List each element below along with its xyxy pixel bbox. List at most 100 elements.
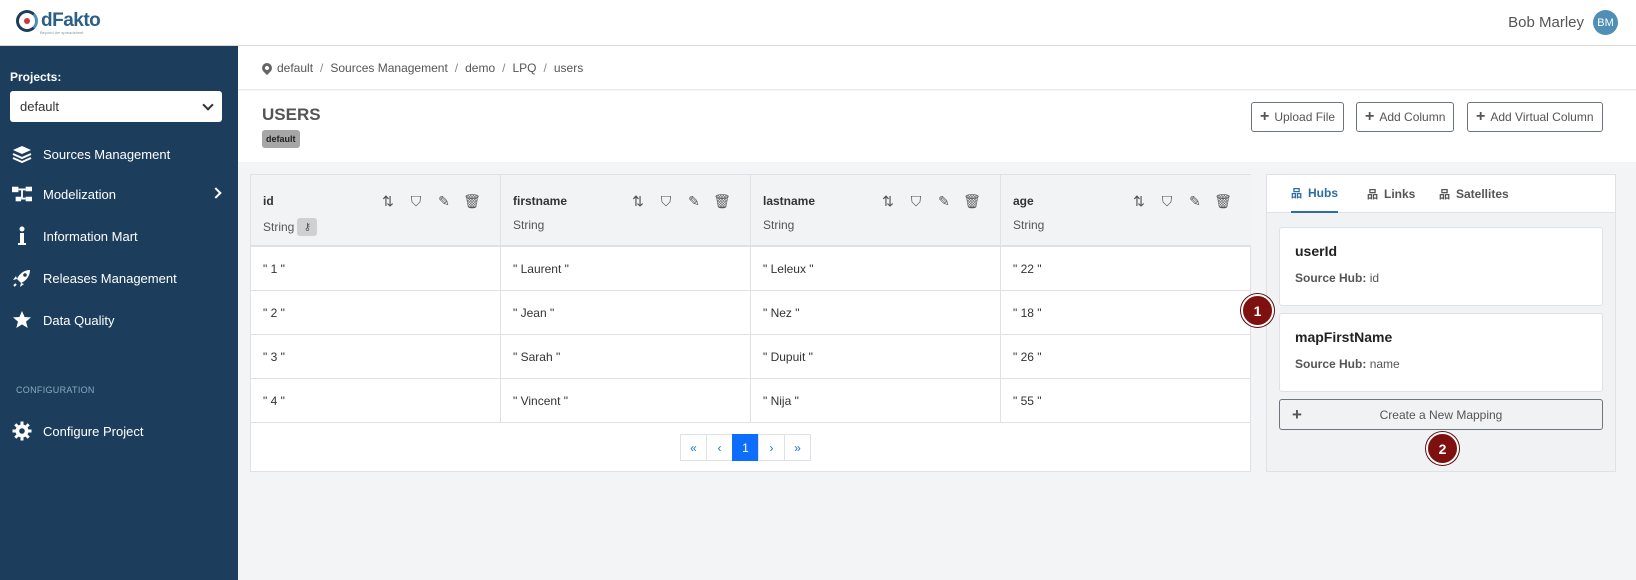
- trash-icon[interactable]: 🗑: [1209, 193, 1237, 210]
- edit-icon[interactable]: ✎: [680, 193, 708, 210]
- sidebar-item-configure-project[interactable]: Configure Project: [0, 411, 238, 451]
- table-cell[interactable]: " Leleux ": [751, 247, 1001, 291]
- tab-links[interactable]: 品 Links: [1367, 175, 1415, 213]
- projects-label: Projects:: [10, 70, 62, 84]
- mapping-card[interactable]: userId Source Hub: id: [1279, 227, 1603, 306]
- rocket-icon: [12, 268, 32, 288]
- logo-text: dFakto: [41, 10, 101, 31]
- mapping-panel: 品 Hubs 品 Links 品 Satellites userId Sourc…: [1266, 174, 1616, 472]
- table-cell[interactable]: " 2 ": [251, 291, 501, 335]
- sort-icon[interactable]: ⇅: [374, 193, 402, 210]
- tab-hubs[interactable]: 品 Hubs: [1291, 175, 1338, 213]
- page-header: USERS default + Upload File + Add Column…: [238, 91, 1636, 162]
- sidebar-item-releases-management[interactable]: Releases Management: [0, 258, 238, 298]
- avatar[interactable]: BM: [1593, 10, 1618, 35]
- breadcrumb-item-current: users: [553, 60, 584, 75]
- column-header-age: age String ⇅ ⛉ ✎ 🗑: [1001, 175, 1251, 247]
- table-cell[interactable]: " Dupuit ": [751, 335, 1001, 379]
- table-cell[interactable]: " Vincent ": [501, 379, 751, 423]
- upload-file-label: Upload File: [1274, 110, 1336, 124]
- table-cell[interactable]: " Nez ": [751, 291, 1001, 335]
- table-cell[interactable]: " 26 ": [1001, 335, 1251, 379]
- project-badge: default: [262, 130, 300, 148]
- table-cell[interactable]: " 22 ": [1001, 247, 1251, 291]
- tab-label: Links: [1384, 187, 1416, 201]
- table-cell[interactable]: " 3 ": [251, 335, 501, 379]
- mapping-source: Source Hub: id: [1295, 271, 1379, 285]
- app-logo[interactable]: dFakto Beyond the spreadsheet: [16, 10, 101, 35]
- table-cell[interactable]: " 1 ": [251, 247, 501, 291]
- table-cell[interactable]: " Laurent ": [501, 247, 751, 291]
- sort-icon[interactable]: ⇅: [624, 193, 652, 210]
- mapping-title: userId: [1295, 243, 1338, 259]
- breadcrumb-item[interactable]: LPQ: [513, 61, 537, 75]
- logo-icon: [16, 10, 38, 32]
- column-name: age: [1013, 194, 1034, 208]
- trash-icon[interactable]: 🗑: [958, 193, 986, 210]
- column-name: lastname: [763, 194, 816, 208]
- user-name[interactable]: Bob Marley: [1508, 14, 1584, 31]
- logo-tagline: Beyond the spreadsheet: [40, 30, 84, 35]
- first-page-button[interactable]: «: [680, 434, 707, 461]
- edit-icon[interactable]: ✎: [430, 193, 458, 210]
- filter-icon[interactable]: ⛉: [652, 193, 680, 210]
- table-cell[interactable]: " Sarah ": [501, 335, 751, 379]
- project-select[interactable]: default: [10, 91, 222, 122]
- prev-page-button[interactable]: ‹: [706, 434, 733, 461]
- step-marker-1: 1: [1241, 294, 1274, 327]
- column-name: firstname: [513, 194, 568, 208]
- sidebar-item-information-mart[interactable]: Information Mart: [0, 216, 238, 256]
- table-cell[interactable]: " 4 ": [251, 379, 501, 423]
- edit-icon[interactable]: ✎: [1181, 193, 1209, 210]
- upload-file-button[interactable]: + Upload File: [1251, 102, 1345, 132]
- table-cell[interactable]: " 55 ": [1001, 379, 1251, 423]
- info-icon: [12, 226, 32, 246]
- breadcrumb-item[interactable]: Sources Management: [330, 61, 447, 75]
- column-name: id: [263, 194, 274, 208]
- column-type: String: [763, 218, 795, 232]
- sidebar-item-data-quality[interactable]: Data Quality: [0, 300, 238, 340]
- breadcrumb-item[interactable]: demo: [465, 61, 495, 75]
- edit-icon[interactable]: ✎: [930, 193, 958, 210]
- table-cell[interactable]: " Jean ": [501, 291, 751, 335]
- next-page-button[interactable]: ›: [758, 434, 785, 461]
- sidebar-item-modelization[interactable]: Modelization: [0, 174, 238, 214]
- sidebar-item-label: Releases Management: [43, 270, 177, 286]
- column-type: String: [513, 218, 545, 232]
- layers-icon: [12, 144, 32, 164]
- create-mapping-label: Create a New Mapping: [1379, 407, 1503, 422]
- create-mapping-button[interactable]: + Create a New Mapping: [1279, 399, 1603, 430]
- key-icon: ⚷: [297, 218, 318, 236]
- sidebar: Projects: default Sources Management Mod…: [0, 46, 238, 580]
- sidebar-item-sources-management[interactable]: Sources Management: [0, 134, 238, 174]
- breadcrumb: default / Sources Management / demo / LP…: [238, 46, 1636, 90]
- user-menu[interactable]: Bob Marley BM: [1508, 10, 1618, 35]
- trash-icon[interactable]: 🗑: [708, 193, 736, 210]
- tab-satellites[interactable]: 品 Satellites: [1439, 175, 1509, 213]
- last-page-button[interactable]: »: [784, 434, 811, 461]
- filter-icon[interactable]: ⛉: [1153, 193, 1181, 210]
- breadcrumb-item[interactable]: default: [277, 61, 313, 75]
- data-table: id String ⚷ ⇅ ⛉ ✎ 🗑 firstname String ⇅ ⛉ ✎ 🗑 la…: [250, 174, 1251, 472]
- sort-icon[interactable]: ⇅: [1125, 193, 1153, 210]
- plus-icon: +: [1292, 404, 1302, 424]
- sort-icon[interactable]: ⇅: [874, 193, 902, 210]
- add-column-button[interactable]: + Add Column: [1356, 102, 1455, 132]
- mapping-card[interactable]: mapFirstName Source Hub: name: [1279, 313, 1603, 392]
- pagination: « ‹ 1 › »: [680, 434, 811, 461]
- source-hub-label: Source Hub:: [1295, 271, 1367, 285]
- plus-icon: +: [1476, 108, 1486, 125]
- sitemap-icon: 品: [1439, 189, 1450, 201]
- table-cell[interactable]: " Nija ": [751, 379, 1001, 423]
- page-title: USERS: [262, 105, 321, 124]
- table-cell[interactable]: " 18 ": [1001, 291, 1251, 335]
- page-button-current[interactable]: 1: [732, 434, 759, 461]
- source-hub-label: Source Hub:: [1295, 357, 1367, 371]
- chevron-right-icon: [210, 187, 222, 199]
- configuration-section-label: CONFIGURATION: [16, 385, 95, 395]
- filter-icon[interactable]: ⛉: [902, 193, 930, 210]
- add-virtual-column-button[interactable]: + Add Virtual Column: [1467, 102, 1603, 132]
- trash-icon[interactable]: 🗑: [458, 193, 486, 210]
- sitemap-icon: 品: [1367, 189, 1378, 201]
- filter-icon[interactable]: ⛉: [402, 193, 430, 210]
